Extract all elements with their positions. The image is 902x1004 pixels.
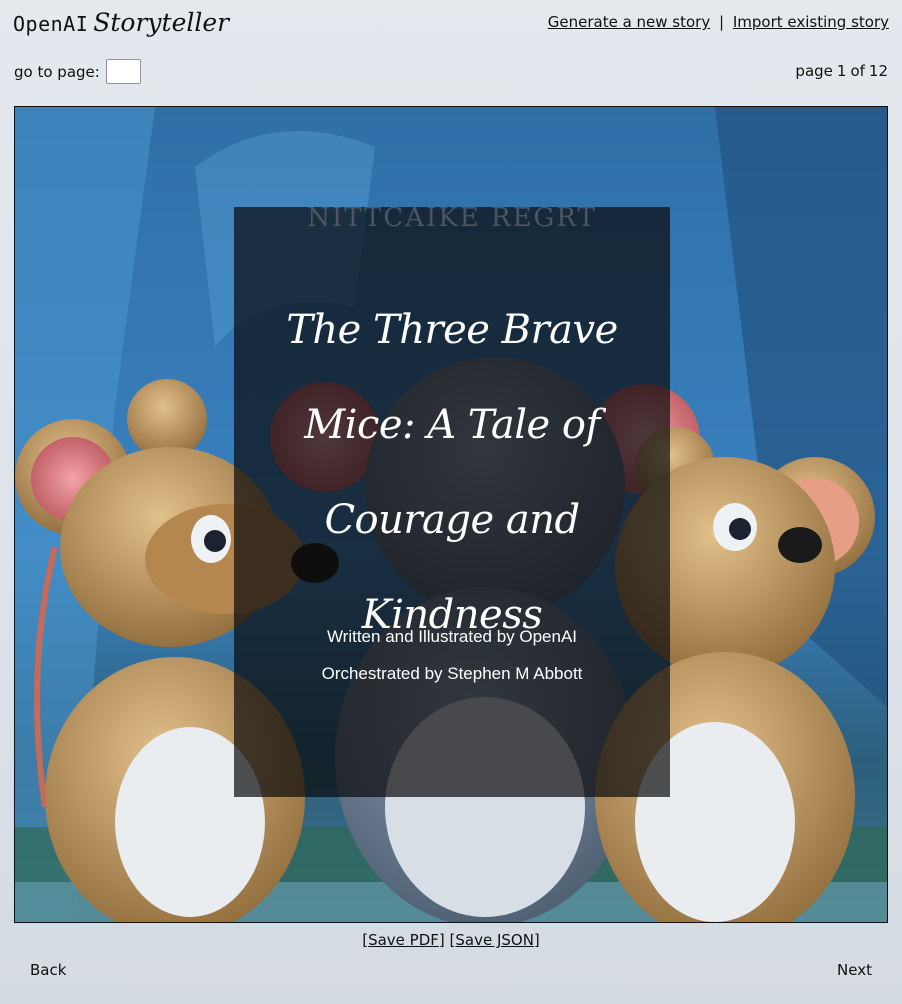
generate-story-link[interactable]: Generate a new story	[548, 13, 710, 31]
author-credit: Written and Illustrated by OpenAI	[326, 627, 578, 646]
page-current: 1	[836, 62, 847, 80]
page-indicator: page 1 of 12	[795, 62, 888, 80]
page-prefix: page	[795, 62, 833, 80]
story-title-line: The Three Brave	[286, 307, 618, 353]
goto-page-input[interactable]	[105, 59, 141, 84]
back-button[interactable]: Back	[30, 961, 66, 979]
cover-watermark: NITTCAIKE REGRT	[307, 203, 597, 233]
page-total: 12	[868, 62, 888, 80]
logo-script: Storyteller	[93, 8, 230, 37]
story-title-line: Mice: A Tale of	[304, 402, 600, 448]
goto-page-label: go to page:	[14, 62, 100, 81]
app-header: OpenAI Storyteller Generate a new story …	[0, 0, 902, 100]
goto-page: go to page:	[14, 59, 141, 84]
orchestrator-credit: Orchestrated by Stephen M Abbott	[321, 664, 583, 683]
save-json-link[interactable]: Save JSON	[455, 931, 534, 949]
app-logo: OpenAI Storyteller	[13, 8, 229, 48]
logo-brand: OpenAI	[13, 12, 89, 36]
save-links: [Save PDF] [Save JSON]	[362, 931, 540, 949]
cover-overlay: NITTCAIKE REGRT The Three Brave Mice: A …	[234, 203, 670, 797]
story-page: NITTCAIKE REGRT The Three Brave Mice: A …	[14, 106, 888, 923]
link-separator: |	[719, 13, 725, 31]
next-button[interactable]: Next	[837, 961, 872, 979]
import-story-link[interactable]: Import existing story	[733, 13, 889, 31]
page-of: of	[850, 62, 865, 80]
save-pdf-link[interactable]: Save PDF	[368, 931, 439, 949]
story-title: The Three Brave Mice: A Tale of Courage …	[250, 283, 654, 663]
top-links: Generate a new story | Import existing s…	[548, 13, 889, 31]
